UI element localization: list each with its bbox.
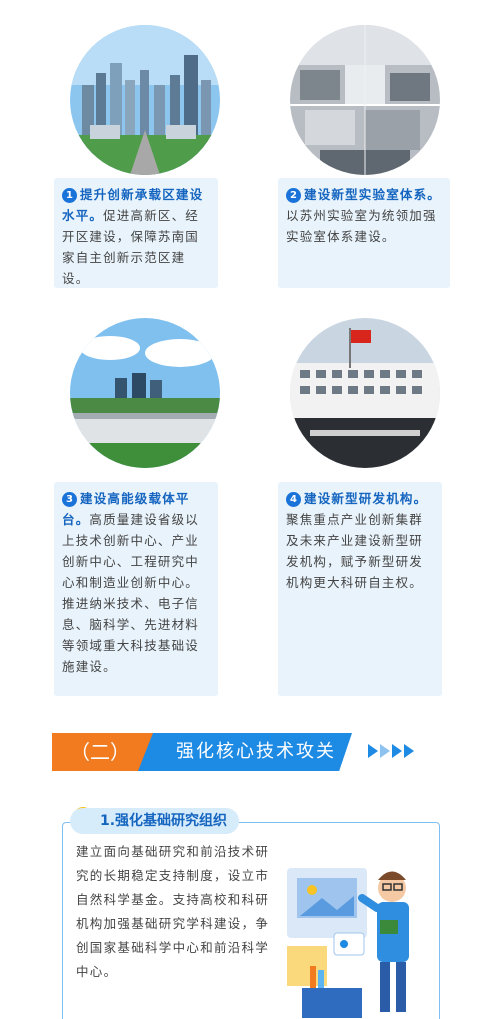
researcher-illustration-icon — [287, 868, 409, 1018]
item-number-badge: 4 — [286, 492, 301, 507]
laboratory-photo — [290, 25, 440, 175]
section-banner: （二） 强化核心技术攻关 — [52, 733, 352, 771]
item-card-4: 4 建设新型研发机构。聚焦重点产业创新集群及未来产业建设新型研发机构，赋予新型研发… — [278, 482, 442, 696]
item-heading: 建设新型研发机构。 — [304, 491, 428, 506]
item-card-2: 2 建设新型实验室体系。以苏州实验室为统领加强实验室体系建设。 — [278, 178, 450, 288]
item-heading: 建设新型实验室体系。 — [304, 187, 442, 202]
item-number-badge: 2 — [286, 188, 301, 203]
subsection-label: 1.强化基础研究组织 — [70, 808, 240, 834]
item-number-badge: 1 — [62, 188, 77, 203]
arrow-decoration-icon — [368, 744, 414, 758]
item-card-3: 3 建设高能级载体平台。高质量建设省级以上技术创新中心、产业创新中心、工程研究中心… — [54, 482, 218, 696]
industrial-park-photo — [70, 318, 220, 468]
city-skyline-photo — [70, 25, 220, 175]
item-body: 以苏州实验室为统领加强实验室体系建设。 — [286, 208, 437, 244]
item-body: 聚焦重点产业创新集群及未来产业建设新型研发机构，赋予新型研发机构更大科研自主权。 — [286, 512, 424, 590]
item-card-1: 1 提升创新承载区建设水平。促进高新区、经开区建设，保障苏南国家自主创新示范区建设… — [54, 178, 218, 288]
subsection-text: 建立面向基础研究和前沿技术研究的长期稳定支持制度，设立市自然科学基金。支持高校和… — [76, 844, 270, 979]
section-index: （二） — [52, 733, 154, 771]
section-title: 强化核心技术攻关 — [138, 733, 352, 771]
item-body: 高质量建设省级以上技术创新中心、产业创新中心、工程研究中心和制造业创新中心。推进… — [62, 512, 200, 674]
item-number-badge: 3 — [62, 492, 77, 507]
research-institute-photo — [290, 318, 440, 468]
